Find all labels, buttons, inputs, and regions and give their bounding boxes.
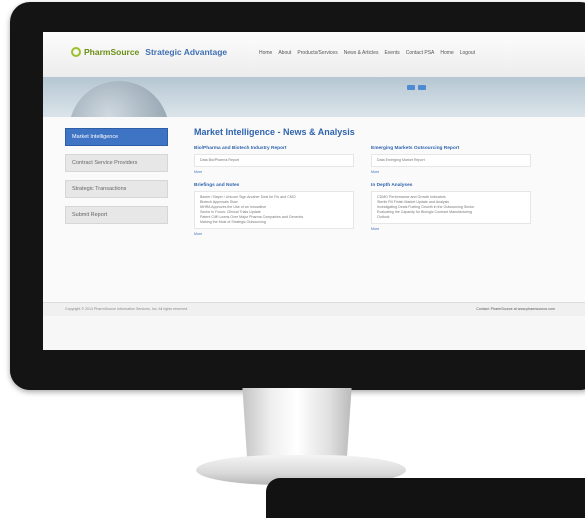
logo-icon xyxy=(71,47,81,57)
nav-item-events[interactable]: Events xyxy=(384,50,399,56)
sidebar-item-market-intelligence[interactable]: Market Intelligence xyxy=(65,128,168,146)
site-logo[interactable]: PharmSource Strategic Advantage xyxy=(71,47,227,57)
section-box: Data Emerging Market Report xyxy=(371,154,531,167)
laptop-corner xyxy=(266,478,585,518)
sidebar-item-submit-report[interactable]: Submit Report xyxy=(65,206,168,224)
nav-item-logout[interactable]: Logout xyxy=(460,50,475,56)
slider-next-button[interactable] xyxy=(418,85,426,90)
list-item[interactable]: Data Bio/Pharma Report xyxy=(200,158,348,163)
more-link[interactable]: More xyxy=(194,232,354,236)
left-column: Bio/Pharma and Biotech Industry Report D… xyxy=(194,146,354,245)
screen: PharmSource Strategic Advantage Home Abo… xyxy=(43,32,585,350)
sidebar-item-strategic-transactions[interactable]: Strategic Transactions xyxy=(65,180,168,198)
list-item[interactable]: Data Emerging Market Report xyxy=(377,158,525,163)
more-link[interactable]: More xyxy=(371,227,531,231)
hero-banner xyxy=(43,77,585,117)
nav-item-news[interactable]: News & Articles xyxy=(344,50,379,56)
nav-item-products[interactable]: Products/Services xyxy=(297,50,337,56)
globe-image xyxy=(69,81,169,117)
site-footer: Copyright © 2013 PharmSource Information… xyxy=(43,302,585,317)
site-header: PharmSource Strategic Advantage Home Abo… xyxy=(43,32,585,78)
logo-text-primary: PharmSource xyxy=(84,47,140,57)
page-bottom-area xyxy=(43,316,585,350)
page-title: Market Intelligence - News & Analysis xyxy=(194,127,355,137)
section-title[interactable]: Briefings and Notes xyxy=(194,183,354,188)
right-column: Emerging Markets Outsourcing Report Data… xyxy=(371,146,531,240)
nav-item-contact[interactable]: Contact PSA xyxy=(406,50,435,56)
monitor-frame: PharmSource Strategic Advantage Home Abo… xyxy=(10,2,585,390)
nav-item-home-2[interactable]: Home xyxy=(440,50,453,56)
monitor-chin xyxy=(10,350,585,390)
section-box: Data Bio/Pharma Report xyxy=(194,154,354,167)
nav-item-home[interactable]: Home xyxy=(259,50,272,56)
section-box: Baxter / Bayer / Unicorn Sign Another De… xyxy=(194,191,354,229)
section-box: CDMO Performance and Growth Indicators S… xyxy=(371,191,531,224)
sidebar: Market Intelligence Contract Service Pro… xyxy=(65,128,168,232)
more-link[interactable]: More xyxy=(371,170,531,174)
nav-item-about[interactable]: About xyxy=(278,50,291,56)
sidebar-item-contract-service-providers[interactable]: Contract Service Providers xyxy=(65,154,168,172)
list-item[interactable]: Outlook xyxy=(377,215,525,220)
copyright-text: Copyright © 2013 PharmSource Information… xyxy=(65,307,189,311)
top-nav: Home About Products/Services News & Arti… xyxy=(259,50,475,56)
content-area: Market Intelligence Contract Service Pro… xyxy=(43,117,585,302)
section-title[interactable]: Bio/Pharma and Biotech Industry Report xyxy=(194,146,354,151)
list-item[interactable]: Making the Most of Strategic Outsourcing xyxy=(200,220,348,225)
slider-controls xyxy=(407,85,426,90)
footer-contact-link[interactable]: Contact: PharmSource at www.pharmsource.… xyxy=(476,307,555,311)
section-title[interactable]: Emerging Markets Outsourcing Report xyxy=(371,146,531,151)
more-link[interactable]: More xyxy=(194,170,354,174)
slider-prev-button[interactable] xyxy=(407,85,415,90)
logo-text-secondary: Strategic Advantage xyxy=(145,47,228,57)
section-title[interactable]: In Depth Analyses xyxy=(371,183,531,188)
